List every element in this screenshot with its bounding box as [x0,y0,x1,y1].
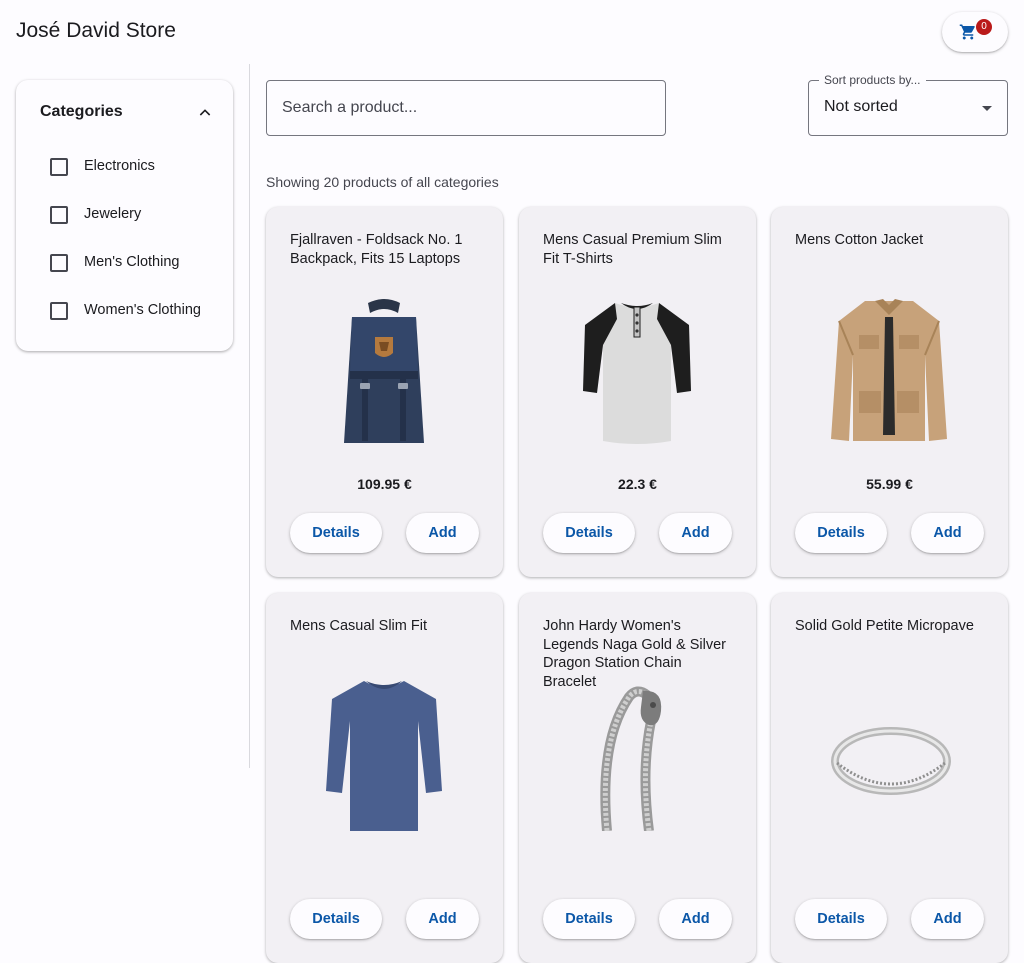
backpack-image [344,299,424,443]
sort-label: Sort products by... [819,73,926,87]
sort-value: Not sorted [824,98,898,115]
categories-title: Categories [40,103,123,120]
cart-button[interactable]: 0 [942,12,1008,52]
product-card: John Hardy Women's Legends Naga Gold & S… [519,593,756,963]
product-card: Solid Gold Petite Micropave Details Add [771,593,1008,963]
cart-count-badge: 0 [976,19,992,35]
product-price: 22.3 € [618,476,657,492]
category-womens-clothing[interactable]: Women's Clothing [50,298,220,322]
add-to-cart-button[interactable]: Add [406,513,479,553]
sidebar-divider [249,64,250,768]
add-to-cart-button[interactable]: Add [659,899,732,939]
details-button[interactable]: Details [290,899,382,939]
product-title: Solid Gold Petite Micropave [795,618,974,634]
details-button[interactable]: Details [290,513,382,553]
details-button[interactable]: Details [543,899,635,939]
product-price: 109.95 € [357,476,412,492]
add-to-cart-button[interactable]: Add [659,513,732,553]
category-label: Electronics [84,158,155,174]
category-checkbox[interactable] [50,158,68,176]
add-to-cart-button[interactable]: Add [406,899,479,939]
category-mens-clothing[interactable]: Men's Clothing [50,250,220,274]
product-card: Fjallraven - Foldsack No. 1 Backpack, Fi… [266,207,503,577]
product-title: John Hardy Women's Legends Naga Gold & S… [543,618,726,690]
categories-panel: Categories Electronics Jewelery Men's Cl… [16,80,233,351]
product-price: 55.99 € [866,476,913,492]
jacket-image [831,299,947,441]
product-title: Mens Cotton Jacket [795,232,924,248]
product-card: Mens Casual Slim Fit Details Add [266,593,503,963]
category-checkbox[interactable] [50,206,68,224]
category-label: Jewelery [84,206,142,222]
product-title: Mens Casual Slim Fit [290,618,427,634]
chevron-up-icon[interactable] [197,105,213,121]
add-to-cart-button[interactable]: Add [911,899,984,939]
results-summary: Showing 20 products of all categories [266,174,499,190]
sort-select[interactable]: Sort products by... Not sorted [808,73,1008,136]
product-card: Mens Casual Premium Slim Fit T-Shirts 22… [519,207,756,577]
bracelet-image [600,686,662,831]
store-title: José David Store [16,19,176,42]
product-card: Mens Cotton Jacket 55.99 € Details Add [771,207,1008,577]
search-input[interactable] [266,80,666,136]
details-button[interactable]: Details [795,899,887,939]
category-label: Men's Clothing [84,254,180,270]
details-button[interactable]: Details [795,513,887,553]
raglan-shirt-image [583,303,691,444]
category-checkbox[interactable] [50,254,68,272]
category-label: Women's Clothing [84,302,201,318]
category-electronics[interactable]: Electronics [50,154,220,178]
app-header: José David Store 0 [0,0,1024,64]
product-title: Mens Casual Premium Slim Fit T-Shirts [543,232,722,267]
dropdown-arrow-icon [982,106,992,111]
ring-image [831,727,951,795]
category-jewelery[interactable]: Jewelery [50,202,220,226]
category-checkbox[interactable] [50,302,68,320]
add-to-cart-button[interactable]: Add [911,513,984,553]
long-sleeve-shirt-image [326,681,442,831]
shopping-cart-icon [959,24,975,40]
product-title: Fjallraven - Foldsack No. 1 Backpack, Fi… [290,232,463,267]
details-button[interactable]: Details [543,513,635,553]
